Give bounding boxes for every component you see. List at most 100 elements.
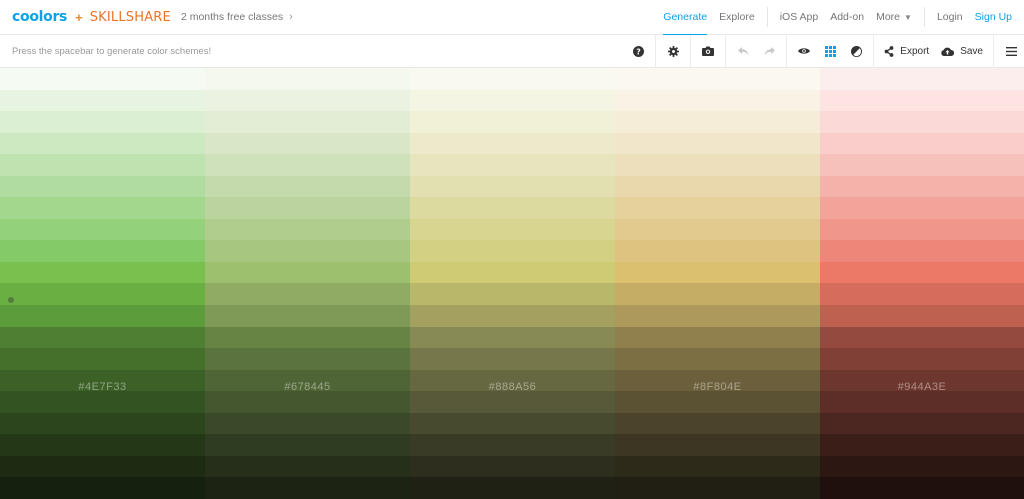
shade-swatch[interactable] [205, 434, 410, 456]
shade-swatch[interactable] [205, 412, 410, 435]
undo-button[interactable] [730, 35, 756, 68]
skillshare-logo[interactable]: SKILLSHARE [90, 10, 171, 25]
shade-swatch[interactable] [820, 434, 1024, 456]
shade-swatch[interactable] [205, 68, 410, 90]
shade-swatch[interactable] [0, 477, 205, 499]
shade-swatch[interactable] [410, 68, 615, 90]
shade-swatch[interactable] [0, 412, 205, 435]
shade-swatch[interactable] [615, 68, 820, 90]
shade-swatch[interactable] [820, 197, 1024, 219]
settings-button[interactable] [660, 35, 686, 68]
signup-link[interactable]: Sign Up [969, 0, 1018, 35]
shade-swatch[interactable] [205, 175, 410, 198]
shade-swatch[interactable] [410, 175, 615, 198]
shade-swatch[interactable] [0, 132, 205, 155]
shade-swatch[interactable] [205, 326, 410, 349]
shade-swatch[interactable] [205, 89, 410, 112]
shade-swatch[interactable] [205, 197, 410, 219]
shade-swatch[interactable] [410, 240, 615, 262]
view-button[interactable] [791, 35, 817, 68]
shade-swatch[interactable] [410, 326, 615, 349]
shade-swatch[interactable] [410, 154, 615, 176]
nav-explore[interactable]: Explore [713, 0, 761, 35]
color-column[interactable]: #678445 [205, 68, 410, 499]
shade-swatch[interactable] [615, 326, 820, 349]
shade-swatch[interactable] [615, 197, 820, 219]
shade-swatch[interactable] [820, 175, 1024, 198]
shade-swatch[interactable] [820, 305, 1024, 327]
nav-ios-app[interactable]: iOS App [774, 0, 825, 35]
shade-swatch[interactable] [0, 197, 205, 219]
shade-swatch[interactable] [820, 89, 1024, 112]
shade-swatch[interactable] [205, 154, 410, 176]
shade-swatch[interactable] [615, 477, 820, 499]
shade-swatch[interactable] [615, 111, 820, 133]
shade-swatch[interactable] [820, 326, 1024, 349]
shade-swatch[interactable] [205, 369, 410, 392]
shade-swatch[interactable] [410, 369, 615, 392]
shade-swatch[interactable] [205, 132, 410, 155]
shade-swatch[interactable] [205, 111, 410, 133]
promo-link[interactable]: 2 months free classes › [181, 11, 293, 23]
shade-swatch[interactable] [410, 455, 615, 478]
adjust-button[interactable] [843, 35, 869, 68]
shade-swatch[interactable] [205, 305, 410, 327]
shade-swatch[interactable] [615, 348, 820, 370]
shade-swatch[interactable] [820, 412, 1024, 435]
shade-swatch[interactable] [410, 391, 615, 413]
shade-swatch[interactable] [0, 455, 205, 478]
shade-swatch[interactable] [0, 154, 205, 176]
shade-swatch[interactable] [615, 240, 820, 262]
export-button[interactable]: Export [878, 35, 935, 68]
shade-swatch[interactable] [410, 218, 615, 241]
save-button[interactable]: Save [935, 35, 989, 68]
shade-swatch[interactable] [615, 412, 820, 435]
shade-swatch[interactable] [0, 326, 205, 349]
shade-swatch[interactable] [820, 348, 1024, 370]
shade-swatch[interactable] [0, 240, 205, 262]
shade-swatch[interactable] [205, 391, 410, 413]
shade-swatch[interactable] [820, 283, 1024, 306]
shade-swatch[interactable] [0, 391, 205, 413]
help-button[interactable]: ? [625, 35, 651, 68]
shade-swatch[interactable] [0, 175, 205, 198]
nav-more[interactable]: More ▼ [870, 0, 918, 35]
shade-swatch[interactable] [410, 197, 615, 219]
shade-swatch[interactable] [820, 154, 1024, 176]
shade-swatch[interactable] [0, 68, 205, 90]
shade-swatch[interactable] [410, 261, 615, 284]
shade-swatch[interactable] [615, 283, 820, 306]
shade-swatch[interactable] [205, 283, 410, 306]
shade-swatch[interactable] [410, 434, 615, 456]
shade-swatch[interactable] [410, 348, 615, 370]
shade-swatch[interactable] [205, 348, 410, 370]
shade-swatch[interactable] [820, 218, 1024, 241]
color-column[interactable]: #4E7F33 [0, 68, 205, 499]
color-column[interactable]: #888A56 [410, 68, 615, 499]
shade-swatch[interactable] [205, 261, 410, 284]
coolors-logo[interactable]: coolors [12, 9, 67, 25]
shade-swatch[interactable] [0, 434, 205, 456]
nav-generate[interactable]: Generate [657, 0, 713, 36]
shade-swatch[interactable] [615, 261, 820, 284]
shade-swatch[interactable] [820, 132, 1024, 155]
shade-swatch[interactable] [205, 477, 410, 499]
shade-swatch[interactable] [410, 132, 615, 155]
shade-swatch[interactable] [615, 391, 820, 413]
shade-swatch[interactable] [205, 455, 410, 478]
shade-swatch[interactable] [820, 369, 1024, 392]
shade-swatch[interactable] [615, 132, 820, 155]
shade-swatch[interactable] [820, 111, 1024, 133]
shade-swatch[interactable] [410, 111, 615, 133]
shade-swatch[interactable] [820, 455, 1024, 478]
menu-button[interactable] [998, 35, 1024, 68]
shade-swatch[interactable] [0, 369, 205, 392]
shade-swatch[interactable] [820, 68, 1024, 90]
shade-swatch[interactable] [0, 218, 205, 241]
login-link[interactable]: Login [931, 0, 969, 35]
shade-swatch[interactable] [820, 240, 1024, 262]
shade-swatch[interactable] [820, 391, 1024, 413]
shade-swatch[interactable] [615, 175, 820, 198]
shade-swatch[interactable] [615, 455, 820, 478]
shade-swatch[interactable] [0, 305, 205, 327]
